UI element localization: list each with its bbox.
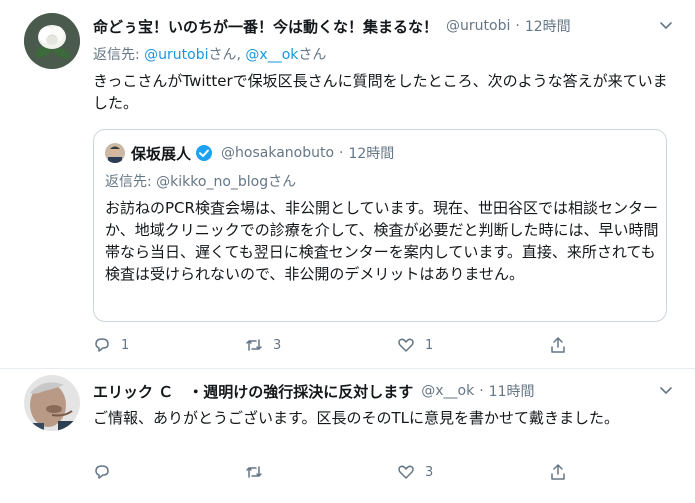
avatar[interactable] <box>24 375 80 431</box>
display-name[interactable]: エリック Ｃ ・週明けの強行採決に反対します <box>93 381 413 402</box>
chevron-down-icon[interactable] <box>659 383 673 397</box>
tweet-header: エリック Ｃ ・週明けの強行採決に反対します @x__ok · 11時間 <box>93 379 679 403</box>
tweet[interactable]: エリック Ｃ ・週明けの強行採決に反対します @x__ok · 11時間 ご情報… <box>0 368 695 503</box>
tweet[interactable]: 命どぅ宝！いのちが一番！今は動くな！集まるな！ @urutobi · 12時間 … <box>0 0 695 368</box>
reply-context: 返信先: @urutobiさん, @x__okさん <box>93 44 679 66</box>
chevron-down-icon[interactable] <box>659 18 673 32</box>
reply-prefix: 返信先: <box>93 47 145 63</box>
like-button[interactable]: 3 <box>397 462 549 482</box>
retweet-icon <box>246 339 262 351</box>
reply-count: 1 <box>121 337 130 353</box>
heart-icon <box>398 465 414 479</box>
retweet-icon <box>246 466 262 478</box>
retweet-button[interactable] <box>245 462 397 482</box>
separator-dot: · <box>479 383 484 399</box>
like-button[interactable]: 1 <box>397 335 549 355</box>
separator-dot: · <box>515 18 520 34</box>
tweet-header: 命どぅ宝！いのちが一番！今は動くな！集まるな！ @urutobi · 12時間 <box>93 14 679 38</box>
heart-icon <box>398 338 414 352</box>
reply-icon <box>95 465 109 479</box>
separator-dot: · <box>339 145 344 161</box>
user-handle[interactable]: @urutobi <box>446 18 510 34</box>
reply-suffix: さん, <box>208 47 246 63</box>
retweet-count: 3 <box>273 337 282 353</box>
quoted-reply-context: 返信先: @kikko_no_blogさん <box>105 174 297 190</box>
timestamp[interactable]: 11時間 <box>489 381 535 401</box>
share-icon <box>551 337 565 353</box>
reply-button[interactable] <box>93 462 245 482</box>
reply-mention-link[interactable]: @x__ok <box>245 47 298 63</box>
quoted-tweet-header: 保坂展人 @hosakanobuto · 12時間 <box>105 142 394 164</box>
like-count: 1 <box>425 337 434 353</box>
avatar[interactable] <box>24 13 80 69</box>
reply-icon <box>95 338 109 352</box>
tweet-text: ご情報、ありがとうございます。区長のそのTLに意見を書かせて戴きました。 <box>93 409 620 427</box>
share-icon <box>551 464 565 480</box>
reply-mention-link[interactable]: @urutobi <box>144 47 208 63</box>
tweet-actions: 1 3 1 <box>93 335 695 355</box>
share-button[interactable] <box>549 462 695 482</box>
quoted-tweet-text: お訪ねのPCR検査会場は、非公開としています。現在、世田谷区では相談センターか、… <box>105 199 659 283</box>
reply-suffix: さん <box>298 47 327 63</box>
retweet-button[interactable]: 3 <box>245 335 397 355</box>
quoted-timestamp: 12時間 <box>348 146 395 162</box>
tweet-actions: 3 <box>93 462 695 482</box>
verified-badge-icon <box>196 145 213 161</box>
quoted-display-name: 保坂展人 <box>131 144 192 163</box>
quoted-avatar <box>105 143 125 163</box>
timestamp[interactable]: 12時間 <box>525 16 571 36</box>
reply-button[interactable]: 1 <box>93 335 245 355</box>
share-button[interactable] <box>549 335 695 355</box>
user-handle[interactable]: @x__ok <box>421 383 474 399</box>
like-count: 3 <box>425 464 434 480</box>
quoted-user-handle: @hosakanobuto <box>221 145 335 161</box>
display-name[interactable]: 命どぅ宝！いのちが一番！今は動くな！集まるな！ <box>93 16 438 37</box>
quoted-tweet[interactable]: 保坂展人 @hosakanobuto · 12時間 返信先: @kikko_no… <box>93 129 667 322</box>
tweet-text: きっこさんがTwitterで保坂区長さんに質問をしたところ、次のような答えが来て… <box>93 72 668 112</box>
